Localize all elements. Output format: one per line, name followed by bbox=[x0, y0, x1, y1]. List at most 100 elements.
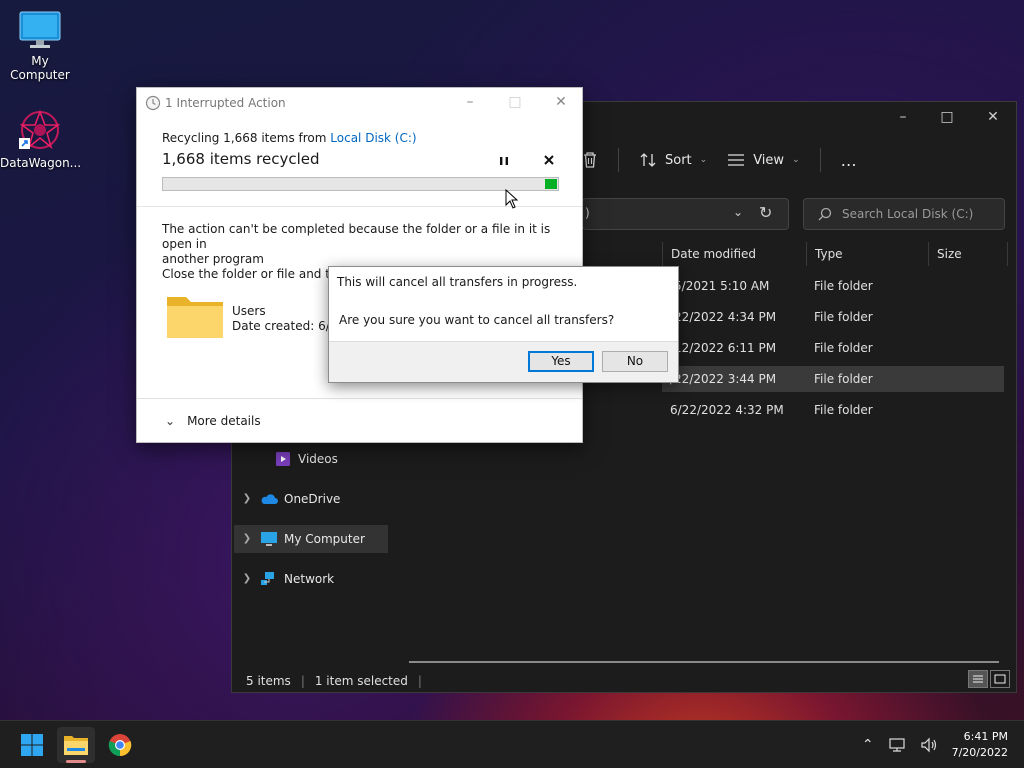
monitor-icon bbox=[18, 10, 62, 50]
delete-button[interactable] bbox=[582, 151, 598, 169]
row-type: File folder bbox=[814, 341, 873, 355]
file-row[interactable]: 6/22/2022 4:32 PM File folder bbox=[662, 397, 1004, 423]
folder-icon bbox=[64, 736, 88, 755]
chrome-icon bbox=[108, 734, 132, 757]
datawagon-logo-icon bbox=[18, 108, 62, 152]
speaker-icon[interactable] bbox=[920, 737, 938, 753]
mouse-cursor-icon bbox=[505, 189, 519, 209]
minimize-button[interactable]: – bbox=[455, 94, 485, 110]
sort-button[interactable]: Sort ⌄ bbox=[639, 152, 707, 168]
minimize-button[interactable]: – bbox=[888, 108, 918, 126]
column-headers: Date modified Type Size bbox=[662, 242, 1008, 266]
refresh-icon[interactable]: ↻ bbox=[759, 203, 772, 222]
desktop-icon-datawagon[interactable]: DataWagon... bbox=[0, 108, 82, 170]
tiles-view-button[interactable] bbox=[990, 670, 1010, 688]
file-row[interactable]: /22/2022 4:34 PM File folder bbox=[662, 304, 1004, 330]
column-type[interactable]: Type bbox=[806, 242, 928, 266]
start-button[interactable] bbox=[13, 727, 51, 763]
chevron-right-icon[interactable]: ❯ bbox=[234, 525, 260, 553]
close-button[interactable]: ✕ bbox=[546, 94, 576, 110]
file-row-selected[interactable]: /22/2022 3:44 PM File folder bbox=[662, 366, 1004, 392]
dialog-title: 1 Interrupted Action bbox=[165, 96, 286, 110]
view-list-icon bbox=[728, 154, 745, 166]
status-items-count: 5 items bbox=[246, 674, 291, 688]
more-details-label: More details bbox=[187, 413, 261, 428]
recycling-status: Recycling 1,668 items from Local Disk (C… bbox=[162, 131, 417, 145]
row-date: 6/22/2022 4:32 PM bbox=[670, 403, 784, 417]
nav-item-onedrive[interactable]: ❯ OneDrive bbox=[234, 485, 388, 513]
maximize-button[interactable]: □ bbox=[500, 94, 530, 110]
nav-label: Videos bbox=[298, 452, 338, 466]
local-disk-link[interactable]: Local Disk (C:) bbox=[330, 131, 416, 145]
videos-icon bbox=[276, 452, 290, 466]
more-details-toggle[interactable]: ⌄ More details bbox=[137, 398, 582, 442]
folder-icon bbox=[167, 297, 223, 338]
taskbar-chrome[interactable] bbox=[101, 727, 139, 763]
taskbar-file-explorer[interactable] bbox=[57, 727, 95, 763]
confirm-button-bar: Yes No bbox=[329, 341, 678, 382]
yes-button[interactable]: Yes bbox=[528, 351, 594, 372]
close-button[interactable]: ✕ bbox=[978, 108, 1008, 126]
file-row[interactable]: /5/2021 5:10 AM File folder bbox=[662, 273, 1004, 299]
address-bar[interactable]: ) ⌄ ↻ bbox=[582, 198, 789, 230]
view-mode-buttons bbox=[968, 670, 1010, 688]
status-bar: 5 items | 1 item selected | bbox=[246, 674, 422, 688]
taskbar-clock[interactable]: 6:41 PM 7/20/2022 bbox=[952, 729, 1008, 761]
chevron-right-icon[interactable]: ❯ bbox=[234, 565, 260, 593]
sort-label: Sort bbox=[665, 152, 692, 168]
pause-button[interactable] bbox=[497, 154, 511, 168]
monitor-icon bbox=[261, 532, 277, 546]
status-selection: 1 item selected bbox=[314, 674, 408, 688]
toolbar-separator bbox=[819, 148, 821, 172]
taskbar: ⌃ 6:41 PM 7/20/2022 bbox=[0, 720, 1024, 768]
active-app-indicator bbox=[66, 760, 86, 763]
chevron-down-icon: ⌄ bbox=[165, 413, 176, 428]
row-type: File folder bbox=[814, 372, 873, 386]
nav-item-my-computer[interactable]: ❯ My Computer bbox=[234, 525, 388, 553]
details-view-button[interactable] bbox=[968, 670, 988, 688]
progress-bar-fill bbox=[545, 179, 557, 189]
desktop-icon-my-computer[interactable]: My Computer bbox=[0, 10, 80, 82]
progress-bar bbox=[162, 177, 559, 191]
nav-label: Network bbox=[284, 572, 335, 586]
column-size[interactable]: Size bbox=[928, 242, 1008, 266]
more-options-icon: … bbox=[840, 150, 858, 170]
file-entry[interactable] bbox=[166, 293, 224, 342]
network-status-icon[interactable] bbox=[888, 737, 906, 753]
windows-logo-icon bbox=[21, 734, 43, 756]
address-text: ) bbox=[585, 206, 590, 220]
view-label: View bbox=[753, 152, 785, 168]
desktop-icon-label: DataWagon... bbox=[0, 156, 82, 170]
desktop-icon-label: My Computer bbox=[10, 54, 70, 82]
nav-item-network[interactable]: ❯ Network bbox=[234, 565, 388, 593]
chevron-down-icon[interactable]: ⌄ bbox=[733, 205, 743, 219]
chevron-right-icon[interactable]: ❯ bbox=[234, 485, 260, 513]
cancel-transfer-button[interactable] bbox=[542, 153, 556, 167]
sort-icon bbox=[640, 153, 656, 167]
explorer-toolbar: Sort ⌄ View ⌄ … bbox=[582, 142, 858, 178]
search-box[interactable]: Search Local Disk (C:) bbox=[803, 198, 1005, 230]
onedrive-cloud-icon bbox=[261, 494, 278, 504]
pause-icon bbox=[500, 157, 508, 165]
interrupted-action-dialog: 1 Interrupted Action – □ ✕ Recycling 1,6… bbox=[136, 87, 583, 443]
file-row[interactable]: /12/2022 6:11 PM File folder bbox=[662, 335, 1004, 361]
nav-label: OneDrive bbox=[284, 492, 341, 506]
column-date-modified[interactable]: Date modified bbox=[662, 242, 806, 266]
error-line-1: The action can't be completed because th… bbox=[162, 222, 551, 251]
confirm-message-line-2: Are you sure you want to cancel all tran… bbox=[339, 313, 615, 327]
chevron-down-icon: ⌄ bbox=[699, 155, 708, 165]
items-recycled-count: 1,668 items recycled bbox=[162, 150, 320, 168]
more-options-button[interactable]: … bbox=[841, 151, 858, 170]
row-type: File folder bbox=[814, 279, 873, 293]
nav-item-videos[interactable]: Videos bbox=[234, 445, 388, 473]
no-button[interactable]: No bbox=[602, 351, 668, 372]
view-button[interactable]: View ⌄ bbox=[727, 152, 800, 168]
clock-icon bbox=[145, 95, 161, 111]
chevron-up-icon[interactable]: ⌃ bbox=[862, 737, 874, 753]
maximize-button[interactable]: □ bbox=[932, 108, 962, 126]
horizontal-scrollbar[interactable] bbox=[409, 661, 999, 663]
error-line-2: another program bbox=[162, 252, 264, 266]
confirm-message-line-1: This will cancel all transfers in progre… bbox=[337, 275, 578, 289]
nav-label: My Computer bbox=[284, 532, 365, 546]
cancel-transfers-confirm-dialog: This will cancel all transfers in progre… bbox=[328, 266, 679, 383]
